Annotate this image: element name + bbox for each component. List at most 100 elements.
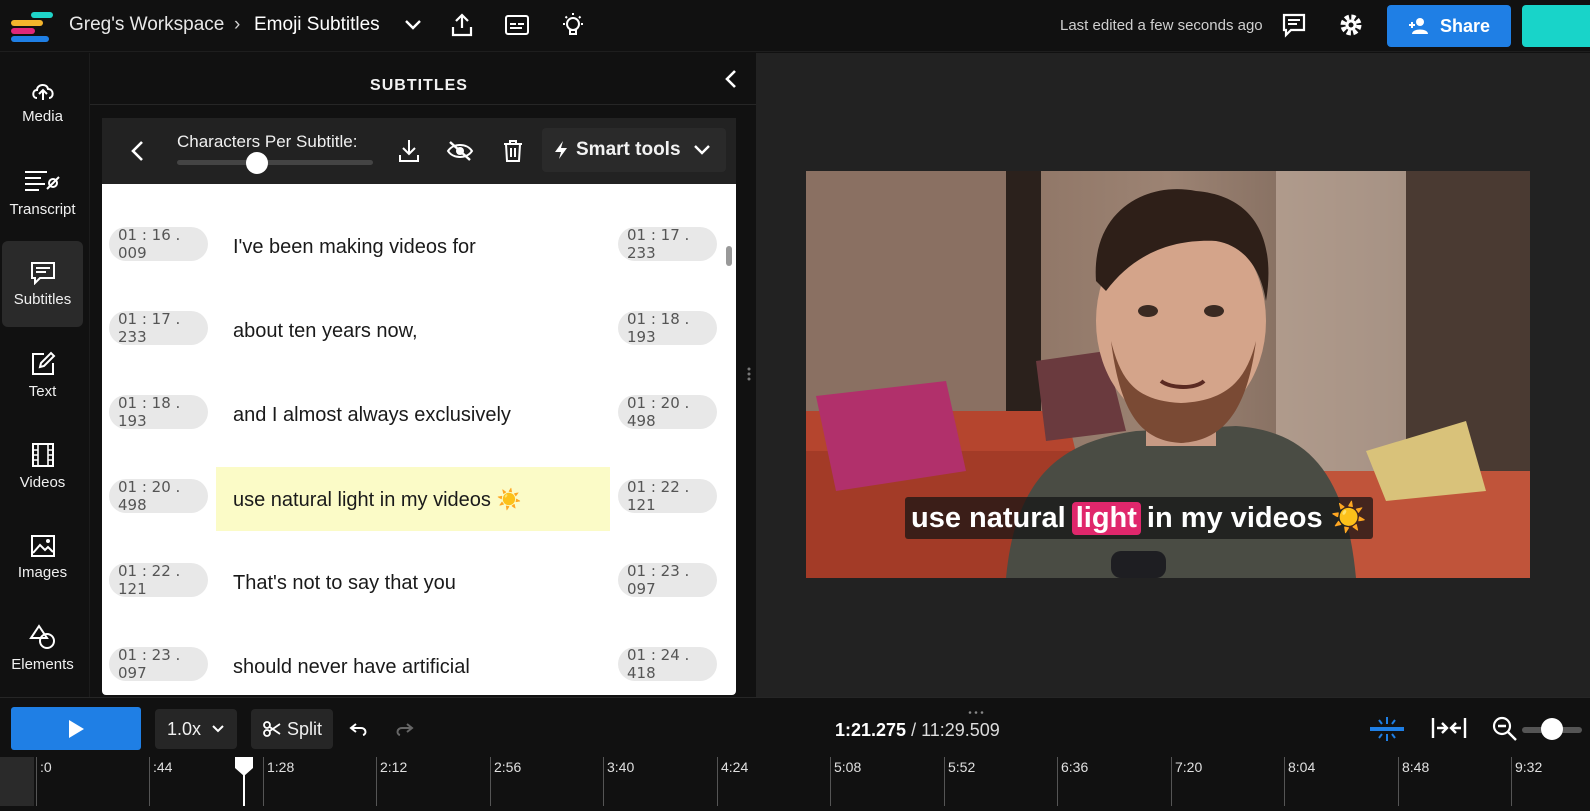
breadcrumb-project[interactable]: Emoji Subtitles (254, 14, 380, 36)
trash-icon[interactable] (498, 136, 528, 166)
chevron-down-icon (212, 725, 224, 733)
characters-per-subtitle-label: Characters Per Subtitle: (177, 132, 358, 151)
left-rail: Media Transcript Subtitles Text Videos I… (0, 53, 86, 697)
undo-icon[interactable] (348, 718, 370, 740)
subtitles-panel: SUBTITLES Characters Per Subtitle: Smart… (89, 53, 756, 697)
smart-tools-button[interactable]: Smart tools (542, 128, 726, 172)
start-timestamp[interactable]: 01 : 20 . 498 (109, 478, 208, 514)
playback-speed-value: 1.0x (167, 718, 202, 739)
rail-label-transcript: Transcript (9, 200, 76, 218)
subtitle-text[interactable]: about ten years now, (216, 299, 610, 363)
rail-label-videos: Videos (19, 473, 66, 491)
redo-icon[interactable] (393, 718, 415, 740)
subtitle-text[interactable]: I've been making videos for (216, 215, 610, 279)
subtitle-row[interactable]: 01 : 17 . 233 about ten years now, 01 : … (102, 299, 736, 383)
scissors-icon (263, 721, 281, 737)
timeline-resize-grip[interactable] (968, 701, 984, 714)
rail-item-images[interactable]: Images (2, 514, 83, 600)
panel-title: SUBTITLES (370, 77, 468, 94)
subtitle-row[interactable]: 01 : 16 . 009 I've been making videos fo… (102, 215, 736, 299)
image-icon (30, 534, 55, 557)
end-timestamp[interactable]: 01 : 17 . 233 (618, 226, 717, 262)
timeline-tick: 8:48 (1398, 757, 1429, 806)
chevron-down-icon[interactable] (398, 10, 428, 40)
subtitle-list: 01 : 16 . 009 I've been making videos fo… (102, 184, 736, 695)
subtitle-text[interactable]: use natural light in my videos ☀️ (216, 467, 610, 531)
export-icon[interactable] (447, 10, 477, 40)
last-edited-status: Last edited a few seconds ago (1060, 17, 1263, 34)
film-icon (31, 442, 54, 467)
start-timestamp[interactable]: 01 : 17 . 233 (109, 310, 208, 346)
rail-item-videos[interactable]: Videos (2, 423, 83, 509)
timeline-tick: 1:28 (263, 757, 294, 806)
end-timestamp[interactable]: 01 : 24 . 418 (618, 646, 717, 682)
rail-label-images: Images (17, 563, 68, 581)
publish-button[interactable] (1522, 5, 1590, 47)
hide-eye-icon[interactable] (445, 136, 475, 166)
playhead[interactable] (234, 756, 254, 806)
share-button[interactable]: Share (1387, 5, 1511, 47)
share-label: Share (1439, 15, 1491, 36)
timeline-tick: 7:20 (1171, 757, 1202, 806)
add-user-icon (1408, 18, 1428, 34)
breadcrumb-separator: › (234, 14, 241, 35)
subtitle-row-active[interactable]: 01 : 20 . 498 use natural light in my vi… (102, 467, 736, 551)
subtitle-row[interactable]: 01 : 18 . 193 and I almost always exclus… (102, 383, 736, 467)
breadcrumb-workspace[interactable]: Greg's Workspace (69, 14, 224, 36)
transcript-icon (24, 170, 60, 191)
subtitle-text[interactable]: and I almost always exclusively (216, 383, 610, 447)
gear-icon[interactable] (1336, 10, 1366, 40)
end-timestamp[interactable]: 01 : 23 . 097 (618, 562, 717, 598)
panel-divider (90, 104, 756, 105)
subtitle-row[interactable]: 01 : 22 . 121 That's not to say that you… (102, 551, 736, 635)
rail-item-text[interactable]: Text (2, 332, 83, 418)
subtitle-text[interactable]: That's not to say that you (216, 551, 610, 615)
rail-item-subtitles[interactable]: Subtitles (2, 241, 83, 327)
captions-icon[interactable] (502, 10, 532, 40)
subtitle-text[interactable]: should never have artificial (216, 635, 610, 695)
playback-speed-select[interactable]: 1.0x (155, 709, 237, 749)
slider-handle[interactable] (246, 152, 269, 174)
timeline-tick: 3:40 (603, 757, 634, 806)
timeline-tick: 2:12 (376, 757, 407, 806)
split-label: Split (287, 718, 323, 739)
comments-icon[interactable] (1279, 10, 1309, 40)
rail-item-elements[interactable]: Elements (2, 605, 83, 691)
timeline-left-strip (0, 757, 34, 806)
rail-label-elements: Elements (11, 655, 74, 673)
collapse-panel-icon[interactable] (720, 67, 744, 91)
fit-timeline-icon[interactable] (1430, 716, 1468, 738)
download-icon[interactable] (394, 136, 424, 166)
end-timestamp[interactable]: 01 : 18 . 193 (618, 310, 717, 346)
start-timestamp[interactable]: 01 : 16 . 009 (109, 226, 208, 262)
snap-icon[interactable] (1368, 716, 1406, 741)
subtitle-caption-overlay[interactable]: use natural light in my videos ☀️ (905, 497, 1373, 539)
split-button[interactable]: Split (251, 709, 333, 749)
lightning-icon (555, 141, 567, 159)
time-separator: / (906, 720, 922, 740)
start-timestamp[interactable]: 01 : 23 . 097 (109, 646, 208, 682)
timeline-tick: 8:04 (1284, 757, 1315, 806)
rail-label-subtitles: Subtitles (13, 290, 72, 308)
back-arrow-icon[interactable] (126, 138, 150, 169)
panel-resize-handle[interactable] (747, 366, 751, 382)
start-timestamp[interactable]: 01 : 22 . 121 (109, 562, 208, 598)
timeline-tick: 5:08 (830, 757, 861, 806)
end-timestamp[interactable]: 01 : 22 . 121 (618, 478, 717, 514)
characters-per-subtitle-slider[interactable] (177, 160, 373, 165)
start-timestamp[interactable]: 01 : 18 . 193 (109, 394, 208, 430)
app-logo[interactable] (11, 12, 55, 42)
play-button[interactable] (11, 707, 141, 750)
shapes-icon (28, 623, 55, 649)
list-scrollbar[interactable] (726, 246, 732, 266)
end-timestamp[interactable]: 01 : 20 . 498 (618, 394, 717, 430)
rail-label-media: Media (22, 107, 63, 125)
text-edit-icon (31, 351, 55, 375)
zoom-out-icon[interactable] (1492, 716, 1518, 742)
subtitle-toolbar: Characters Per Subtitle: Smart tools (102, 118, 736, 184)
lightbulb-icon[interactable] (558, 10, 588, 40)
rail-item-transcript[interactable]: Transcript (2, 150, 83, 236)
subtitle-row[interactable]: 01 : 23 . 097 should never have artifici… (102, 635, 736, 695)
rail-item-media[interactable]: Media (2, 59, 83, 145)
zoom-slider-handle[interactable] (1541, 718, 1563, 740)
